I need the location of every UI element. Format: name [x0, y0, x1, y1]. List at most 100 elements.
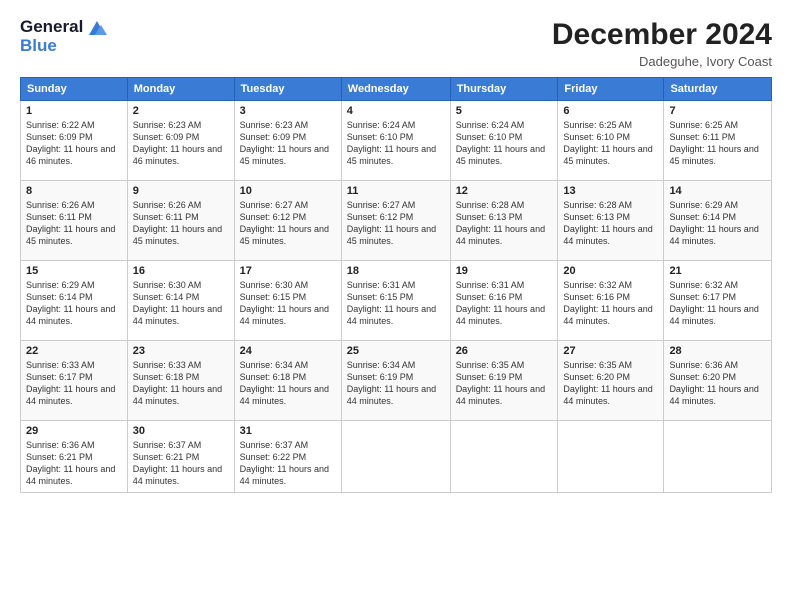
day-info: Sunrise: 6:24 AM Sunset: 6:10 PM Dayligh… [347, 119, 445, 168]
logo-blue: Blue [20, 37, 107, 56]
day-info: Sunrise: 6:26 AM Sunset: 6:11 PM Dayligh… [133, 199, 229, 248]
day-number: 8 [26, 185, 122, 197]
day-number: 1 [26, 105, 122, 117]
table-row: 13 Sunrise: 6:28 AM Sunset: 6:13 PM Dayli… [558, 181, 664, 261]
logo-icon [85, 19, 107, 37]
table-row: 4 Sunrise: 6:24 AM Sunset: 6:10 PM Daylig… [341, 101, 450, 181]
table-row: 6Sunrise: 6:25 AM Sunset: 6:10 PM Daylig… [558, 101, 664, 181]
day-number: 27 [563, 345, 658, 357]
day-info: Sunrise: 6:32 AM Sunset: 6:16 PM Dayligh… [563, 279, 658, 328]
table-row: 17 Sunrise: 6:30 AM Sunset: 6:15 PM Dayli… [234, 261, 341, 341]
table-row [558, 421, 664, 493]
day-number: 19 [456, 265, 553, 277]
day-info: Sunrise: 6:25 AM Sunset: 6:11 PM Dayligh… [669, 119, 766, 168]
table-row: 27 Sunrise: 6:35 AM Sunset: 6:20 PM Dayli… [558, 341, 664, 421]
table-row: 11Sunrise: 6:27 AM Sunset: 6:12 PM Dayli… [341, 181, 450, 261]
day-number: 5 [456, 105, 553, 117]
table-row: 24Sunrise: 6:34 AM Sunset: 6:18 PM Dayli… [234, 341, 341, 421]
title-block: December 2024 Dadeguhe, Ivory Coast [552, 18, 772, 69]
day-number: 26 [456, 345, 553, 357]
calendar-header-row: Sunday Monday Tuesday Wednesday Thursday… [21, 78, 772, 101]
day-info: Sunrise: 6:34 AM Sunset: 6:19 PM Dayligh… [347, 359, 445, 408]
table-row: 23Sunrise: 6:33 AM Sunset: 6:18 PM Dayli… [127, 341, 234, 421]
day-number: 2 [133, 105, 229, 117]
day-number: 17 [240, 265, 336, 277]
day-number: 3 [240, 105, 336, 117]
day-info: Sunrise: 6:30 AM Sunset: 6:14 PM Dayligh… [133, 279, 229, 328]
day-number: 31 [240, 425, 336, 437]
day-info: Sunrise: 6:36 AM Sunset: 6:21 PM Dayligh… [26, 439, 122, 488]
day-info: Sunrise: 6:34 AM Sunset: 6:18 PM Dayligh… [240, 359, 336, 408]
day-number: 21 [669, 265, 766, 277]
day-number: 10 [240, 185, 336, 197]
table-row: 19 Sunrise: 6:31 AM Sunset: 6:16 PM Dayli… [450, 261, 558, 341]
table-row: 2 Sunrise: 6:23 AM Sunset: 6:09 PM Daylig… [127, 101, 234, 181]
col-saturday: Saturday [664, 78, 772, 101]
col-friday: Friday [558, 78, 664, 101]
table-row: 25 Sunrise: 6:34 AM Sunset: 6:19 PM Dayli… [341, 341, 450, 421]
table-row [664, 421, 772, 493]
day-info: Sunrise: 6:24 AM Sunset: 6:10 PM Dayligh… [456, 119, 553, 168]
col-monday: Monday [127, 78, 234, 101]
header: General Blue December 2024 Dadeguhe, Ivo… [20, 18, 772, 69]
day-number: 7 [669, 105, 766, 117]
table-row: 21 Sunrise: 6:32 AM Sunset: 6:17 PM Dayli… [664, 261, 772, 341]
table-row: 10 Sunrise: 6:27 AM Sunset: 6:12 PM Dayli… [234, 181, 341, 261]
day-number: 15 [26, 265, 122, 277]
day-info: Sunrise: 6:23 AM Sunset: 6:09 PM Dayligh… [133, 119, 229, 168]
table-row [450, 421, 558, 493]
day-number: 9 [133, 185, 229, 197]
day-info: Sunrise: 6:27 AM Sunset: 6:12 PM Dayligh… [347, 199, 445, 248]
day-number: 25 [347, 345, 445, 357]
calendar-table: Sunday Monday Tuesday Wednesday Thursday… [20, 77, 772, 493]
col-thursday: Thursday [450, 78, 558, 101]
table-row: 7 Sunrise: 6:25 AM Sunset: 6:11 PM Daylig… [664, 101, 772, 181]
day-number: 12 [456, 185, 553, 197]
day-info: Sunrise: 6:31 AM Sunset: 6:16 PM Dayligh… [456, 279, 553, 328]
day-number: 13 [563, 185, 658, 197]
table-row: 14Sunrise: 6:29 AM Sunset: 6:14 PM Dayli… [664, 181, 772, 261]
table-row: 28Sunrise: 6:36 AM Sunset: 6:20 PM Dayli… [664, 341, 772, 421]
day-info: Sunrise: 6:29 AM Sunset: 6:14 PM Dayligh… [669, 199, 766, 248]
table-row: 15 Sunrise: 6:29 AM Sunset: 6:14 PM Dayli… [21, 261, 128, 341]
day-info: Sunrise: 6:33 AM Sunset: 6:17 PM Dayligh… [26, 359, 122, 408]
day-info: Sunrise: 6:25 AM Sunset: 6:10 PM Dayligh… [563, 119, 658, 168]
day-info: Sunrise: 6:35 AM Sunset: 6:20 PM Dayligh… [563, 359, 658, 408]
day-number: 29 [26, 425, 122, 437]
col-tuesday: Tuesday [234, 78, 341, 101]
day-info: Sunrise: 6:28 AM Sunset: 6:13 PM Dayligh… [456, 199, 553, 248]
logo: General Blue [20, 18, 107, 55]
table-row: 8 Sunrise: 6:26 AM Sunset: 6:11 PM Daylig… [21, 181, 128, 261]
table-row [341, 421, 450, 493]
day-info: Sunrise: 6:28 AM Sunset: 6:13 PM Dayligh… [563, 199, 658, 248]
day-number: 22 [26, 345, 122, 357]
day-info: Sunrise: 6:27 AM Sunset: 6:12 PM Dayligh… [240, 199, 336, 248]
table-row: 22 Sunrise: 6:33 AM Sunset: 6:17 PM Dayli… [21, 341, 128, 421]
table-row: 18 Sunrise: 6:31 AM Sunset: 6:15 PM Dayli… [341, 261, 450, 341]
table-row: 20 Sunrise: 6:32 AM Sunset: 6:16 PM Dayli… [558, 261, 664, 341]
day-info: Sunrise: 6:37 AM Sunset: 6:22 PM Dayligh… [240, 439, 336, 488]
day-info: Sunrise: 6:30 AM Sunset: 6:15 PM Dayligh… [240, 279, 336, 328]
day-info: Sunrise: 6:37 AM Sunset: 6:21 PM Dayligh… [133, 439, 229, 488]
day-info: Sunrise: 6:36 AM Sunset: 6:20 PM Dayligh… [669, 359, 766, 408]
table-row: 9 Sunrise: 6:26 AM Sunset: 6:11 PM Daylig… [127, 181, 234, 261]
col-sunday: Sunday [21, 78, 128, 101]
table-row: 30 Sunrise: 6:37 AM Sunset: 6:21 PM Dayli… [127, 421, 234, 493]
col-wednesday: Wednesday [341, 78, 450, 101]
day-info: Sunrise: 6:32 AM Sunset: 6:17 PM Dayligh… [669, 279, 766, 328]
location: Dadeguhe, Ivory Coast [552, 54, 772, 69]
day-info: Sunrise: 6:29 AM Sunset: 6:14 PM Dayligh… [26, 279, 122, 328]
table-row: 31 Sunrise: 6:37 AM Sunset: 6:22 PM Dayli… [234, 421, 341, 493]
day-info: Sunrise: 6:35 AM Sunset: 6:19 PM Dayligh… [456, 359, 553, 408]
day-number: 20 [563, 265, 658, 277]
table-row: 3 Sunrise: 6:23 AM Sunset: 6:09 PM Daylig… [234, 101, 341, 181]
day-info: Sunrise: 6:22 AM Sunset: 6:09 PM Dayligh… [26, 119, 122, 168]
day-number: 23 [133, 345, 229, 357]
month-title: December 2024 [552, 18, 772, 52]
day-number: 18 [347, 265, 445, 277]
day-info: Sunrise: 6:23 AM Sunset: 6:09 PM Dayligh… [240, 119, 336, 168]
day-number: 4 [347, 105, 445, 117]
day-info: Sunrise: 6:31 AM Sunset: 6:15 PM Dayligh… [347, 279, 445, 328]
day-info: Sunrise: 6:26 AM Sunset: 6:11 PM Dayligh… [26, 199, 122, 248]
day-number: 30 [133, 425, 229, 437]
